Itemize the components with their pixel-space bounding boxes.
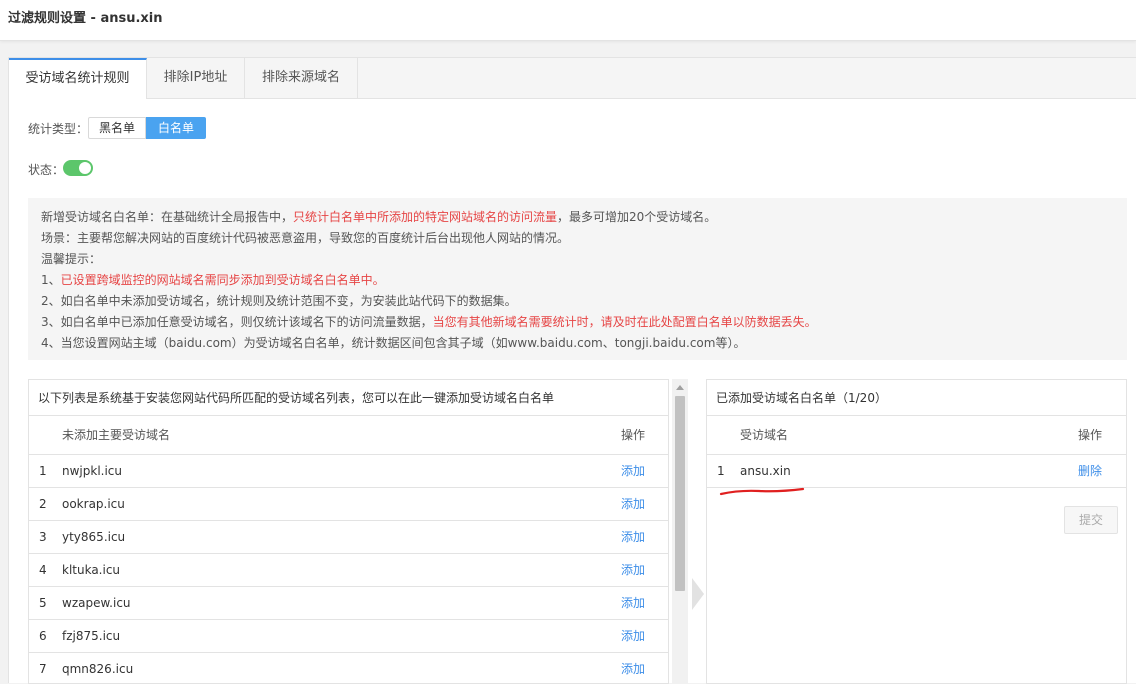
list-scrollbar[interactable] — [672, 379, 688, 684]
notice-text: 新增受访域名白名单：在基础统计全局报告中， — [41, 210, 294, 224]
notice-line-1: 新增受访域名白名单：在基础统计全局报告中，只统计白名单中所添加的特定网站域名的访… — [41, 208, 716, 225]
row-domain: nwjpkl.icu — [62, 464, 123, 478]
table-row: 2 ookrap.icu 添加 — [29, 488, 668, 521]
chevron-right-icon — [692, 578, 704, 610]
notice-highlight: 只统计白名单中所添加的特定网站域名的访问流量 — [293, 210, 558, 224]
tab-exclude-referrer[interactable]: 排除来源域名 — [245, 58, 358, 98]
blacklist-option[interactable]: 黑名单 — [88, 117, 146, 139]
tab-domain-rules[interactable]: 受访域名统计规则 — [9, 58, 147, 99]
scroll-up-icon[interactable] — [676, 385, 684, 390]
column-domain: 受访域名 — [740, 428, 789, 442]
available-domains-panel: 以下列表是系统基于安装您网站代码所匹配的受访域名列表，您可以在此一键添加受访域名… — [28, 379, 669, 684]
add-button[interactable]: 添加 — [621, 653, 645, 683]
notice-line-6: 3、如白名单中已添加任意受访域名，则仅统计该域名下的访问流量数据，当您有其他新域… — [41, 313, 817, 330]
table-row: 3 yty865.icu 添加 — [29, 521, 668, 554]
notice-line-3: 温馨提示： — [41, 252, 102, 266]
table-row: 6 fzj875.icu 添加 — [29, 620, 668, 653]
available-table-header: 未添加主要受访域名 操作 — [29, 417, 668, 455]
row-domain: wzapew.icu — [62, 596, 131, 610]
row-index: 5 — [39, 596, 47, 610]
row-index: 7 — [39, 662, 47, 676]
notice-text: ，最多可增加20个受访域名。 — [557, 210, 717, 224]
column-action: 操作 — [1078, 428, 1103, 442]
row-domain: fzj875.icu — [62, 629, 121, 643]
row-domain: ookrap.icu — [62, 497, 125, 511]
status-label: 状态： — [28, 163, 65, 177]
add-button[interactable]: 添加 — [621, 455, 645, 487]
row-domain: kltuka.icu — [62, 563, 121, 577]
add-button[interactable]: 添加 — [621, 488, 645, 520]
row-index: 1 — [39, 464, 47, 478]
table-row: 7 qmn826.icu 添加 — [29, 653, 668, 683]
notice-box: 新增受访域名白名单：在基础统计全局报告中，只统计白名单中所添加的特定网站域名的访… — [28, 198, 1127, 360]
whitelist-table-header: 受访域名 操作 — [707, 417, 1126, 455]
notice-line-4: 1、已设置跨域监控的网站域名需同步添加到受访域名白名单中。 — [41, 271, 385, 288]
row-index: 1 — [717, 464, 725, 478]
status-toggle[interactable] — [63, 160, 93, 176]
row-index: 3 — [39, 530, 47, 544]
add-button[interactable]: 添加 — [621, 587, 645, 619]
table-row: 1 nwjpkl.icu 添加 — [29, 455, 668, 488]
notice-line-2: 场景：主要帮您解决网站的百度统计代码被恶意盗用，导致您的百度统计后台出现他人网站… — [41, 231, 570, 245]
add-button[interactable]: 添加 — [621, 521, 645, 553]
row-index: 4 — [39, 563, 47, 577]
window-title: 过滤规则设置 - ansu.xin — [8, 11, 163, 26]
whitelist-option[interactable]: 白名单 — [146, 117, 206, 139]
scroll-thumb[interactable] — [675, 396, 685, 591]
row-index: 2 — [39, 497, 47, 511]
whitelist-panel: 已添加受访域名白名单（1/20） 受访域名 操作 1 ansu.xin 删除 提… — [706, 379, 1127, 684]
tab-bar: 受访域名统计规则 排除IP地址 排除来源域名 — [9, 58, 1136, 99]
column-action: 操作 — [621, 428, 646, 442]
notice-highlight: 已设置跨域监控的网站域名需同步添加到受访域名白名单中。 — [60, 273, 385, 287]
column-domain: 未添加主要受访域名 — [62, 428, 171, 442]
title-bar: 过滤规则设置 - ansu.xin — [0, 0, 1136, 41]
table-row: 1 ansu.xin 删除 — [707, 455, 1126, 488]
delete-button[interactable]: 删除 — [1078, 455, 1102, 487]
whitelist-header: 已添加受访域名白名单（1/20） — [707, 380, 1126, 416]
row-index: 6 — [39, 629, 47, 643]
available-domains-header: 以下列表是系统基于安装您网站代码所匹配的受访域名列表，您可以在此一键添加受访域名… — [29, 380, 668, 416]
add-button[interactable]: 添加 — [621, 554, 645, 586]
add-button[interactable]: 添加 — [621, 620, 645, 652]
row-domain: qmn826.icu — [62, 662, 134, 676]
row-domain: ansu.xin — [740, 464, 791, 478]
row-domain: yty865.icu — [62, 530, 126, 544]
stat-type-label: 统计类型： — [28, 122, 89, 136]
toggle-knob — [79, 162, 91, 174]
notice-highlight: 当您有其他新域名需要统计时，请及时在此处配置白名单以防数据丢失。 — [432, 315, 817, 329]
notice-text: 3、如白名单中已添加任意受访域名，则仅统计该域名下的访问流量数据， — [41, 315, 433, 329]
table-row: 4 kltuka.icu 添加 — [29, 554, 668, 587]
red-underline-annotation — [719, 487, 805, 496]
submit-button[interactable]: 提交 — [1064, 506, 1118, 534]
settings-panel: 受访域名统计规则 排除IP地址 排除来源域名 统计类型： 黑名单 白名单 状态：… — [8, 57, 1136, 684]
notice-line-7: 4、当您设置网站主域（baidu.com）为受访域名白名单，统计数据区间包含其子… — [41, 336, 746, 350]
notice-line-5: 2、如白名单中未添加受访域名，统计规则及统计范围不变，为安装此站代码下的数据集。 — [41, 294, 517, 308]
tab-exclude-ip[interactable]: 排除IP地址 — [147, 58, 245, 98]
table-row: 5 wzapew.icu 添加 — [29, 587, 668, 620]
notice-text: 1、 — [41, 273, 61, 287]
